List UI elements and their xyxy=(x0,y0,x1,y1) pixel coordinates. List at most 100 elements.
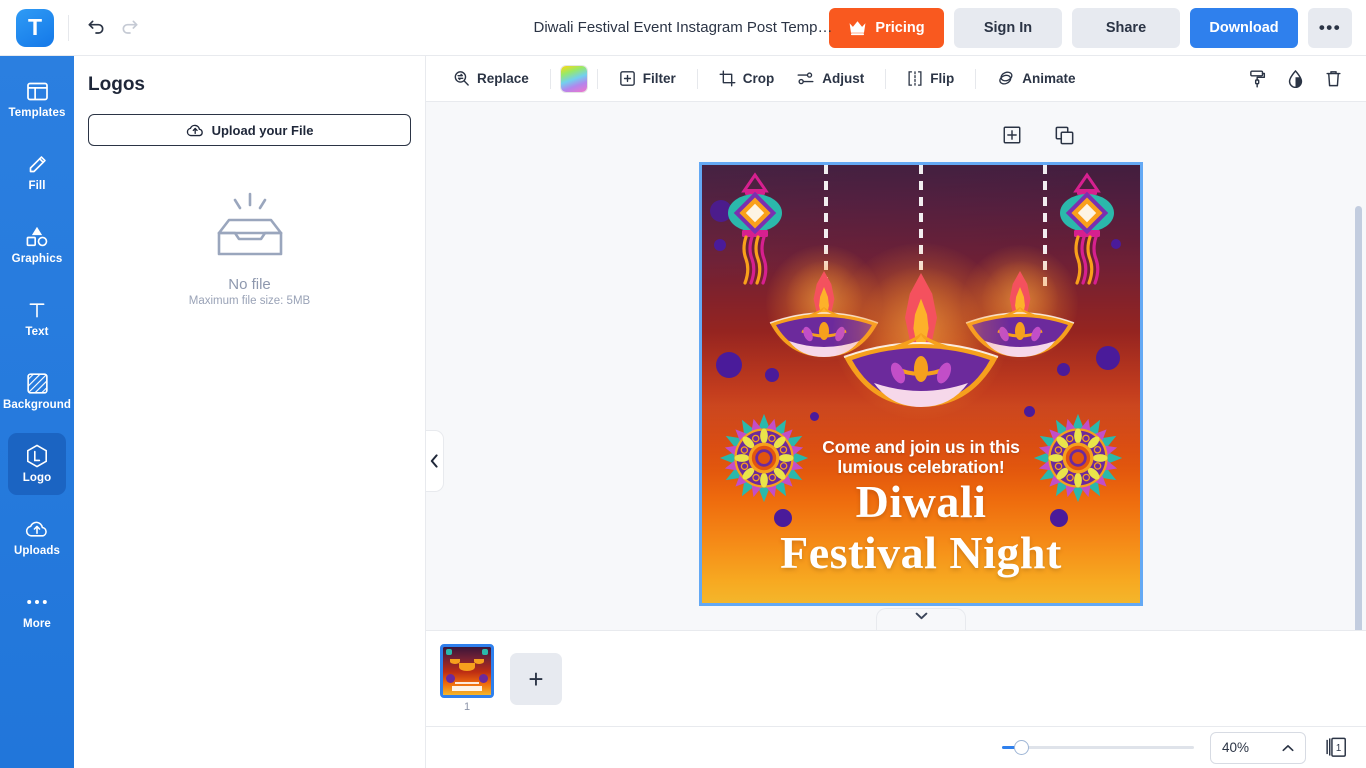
flip-label: Flip xyxy=(930,71,955,86)
upload-your-file-button[interactable]: Upload your File xyxy=(88,114,411,146)
pricing-button[interactable]: Pricing xyxy=(829,7,944,48)
canvas-expand-button[interactable] xyxy=(876,608,966,630)
document-title[interactable]: Diwali Festival Event Instagram Post Tem… xyxy=(534,19,833,36)
diya-bowl-icon xyxy=(843,333,999,407)
redo-icon xyxy=(122,20,138,34)
image-toolbar: Replace Filter Crop Adjust Flip Animate xyxy=(426,56,1366,102)
more-options-button[interactable]: ••• xyxy=(1308,7,1352,48)
page-number: 1 xyxy=(463,701,471,713)
decor-dot xyxy=(810,412,819,421)
sidebar-item-label: More xyxy=(23,618,51,630)
replace-label: Replace xyxy=(477,71,529,86)
page-thumbnail-preview xyxy=(443,647,491,695)
replace-icon xyxy=(454,71,469,86)
templates-icon xyxy=(26,79,48,103)
sidebar-item-label: Graphics xyxy=(11,253,63,265)
sidebar-item-text[interactable]: Text xyxy=(8,287,66,349)
sidebar-item-more[interactable]: More xyxy=(8,579,66,641)
signin-label: Sign In xyxy=(983,19,1033,36)
canvas-area[interactable]: Come and join us in this lumious celebra… xyxy=(426,102,1366,630)
sidebar-item-label: Fill xyxy=(28,180,46,192)
crop-icon xyxy=(719,70,736,87)
app-logo[interactable]: T xyxy=(16,8,54,47)
undo-button[interactable] xyxy=(79,11,113,45)
decor-dot xyxy=(765,368,779,382)
share-label: Share xyxy=(1105,19,1147,36)
trash-icon xyxy=(1325,71,1341,87)
chevron-left-icon xyxy=(430,454,438,468)
zoom-slider-track xyxy=(1002,746,1194,749)
share-button[interactable]: Share xyxy=(1072,7,1180,48)
zoom-slider[interactable] xyxy=(1002,740,1194,756)
redo-button[interactable] xyxy=(113,11,147,45)
toolbar-divider xyxy=(975,68,977,89)
signin-button[interactable]: Sign In xyxy=(954,7,1062,48)
duplicate-button[interactable] xyxy=(1053,124,1075,146)
flip-button[interactable]: Flip xyxy=(896,63,965,95)
adjust-button[interactable]: Adjust xyxy=(785,63,875,95)
artboard-wrapper: Come and join us in this lumious celebra… xyxy=(699,162,1143,606)
panel-collapse-button[interactable] xyxy=(426,430,444,492)
artwork-text-block[interactable]: Come and join us in this lumious celebra… xyxy=(702,437,1140,579)
filter-label: Filter xyxy=(642,71,676,86)
sidebar-item-background[interactable]: Background xyxy=(3,360,71,422)
pages-count-value: 1 xyxy=(1336,742,1341,753)
sidebar-item-graphics[interactable]: Graphics xyxy=(8,214,66,276)
gradient-color-swatch[interactable] xyxy=(560,65,587,92)
filter-icon xyxy=(619,71,635,86)
bg-hatch xyxy=(26,372,48,394)
add-page-button[interactable]: + xyxy=(510,652,562,705)
adjust-sliders-icon xyxy=(797,72,814,85)
sidebar-item-label: Templates xyxy=(8,107,66,119)
toolbar-divider xyxy=(596,68,598,89)
diya-lamp-main xyxy=(830,241,1012,423)
artwork-subtitle-line1: Come and join us in this xyxy=(822,437,1020,457)
sidebar-item-uploads[interactable]: Uploads xyxy=(8,506,66,568)
sidebar-item-logo[interactable]: Logo xyxy=(8,433,66,495)
replace-button[interactable]: Replace xyxy=(442,63,540,95)
sidebar-item-templates[interactable]: Templates xyxy=(8,68,66,130)
add-frame-button[interactable] xyxy=(1001,124,1023,146)
logos-panel: Logos Upload your File No file Maximum f… xyxy=(74,56,426,768)
artboard[interactable]: Come and join us in this lumious celebra… xyxy=(699,162,1143,606)
animate-icon xyxy=(999,71,1013,85)
toolbar-right-actions xyxy=(1240,62,1350,96)
page-thumbnail[interactable] xyxy=(440,644,494,698)
artwork-subtitle-line2: lumious celebration! xyxy=(837,457,1005,477)
undo-icon xyxy=(88,20,104,34)
toolbar-divider xyxy=(885,68,887,89)
adjust-label: Adjust xyxy=(822,71,865,86)
canvas-vertical-scrollbar[interactable] xyxy=(1355,206,1362,630)
opacity-button[interactable] xyxy=(1278,62,1312,96)
chevron-down-icon xyxy=(915,612,927,620)
upload-cloud-icon xyxy=(186,124,203,136)
animate-label: Animate xyxy=(1022,71,1076,86)
crop-button[interactable]: Crop xyxy=(708,63,786,95)
zoom-slider-knob[interactable] xyxy=(1014,740,1029,755)
top-actions: Pricing Sign In Share Download ••• xyxy=(829,7,1352,48)
crop-label: Crop xyxy=(742,71,775,86)
upload-cloud-icon xyxy=(25,517,49,541)
delete-button[interactable] xyxy=(1316,62,1350,96)
pages-stack-icon: 1 xyxy=(1326,737,1346,757)
filter-button[interactable]: Filter xyxy=(608,63,687,95)
app-logo-letter: T xyxy=(27,14,43,40)
page-thumbnail-item: 1 xyxy=(440,644,494,713)
zoom-level-select[interactable]: 40% xyxy=(1210,731,1306,764)
pages-count-button[interactable]: 1 xyxy=(1322,734,1350,762)
sidebar-item-label: Text xyxy=(25,326,49,338)
artwork-title-line1: Diwali xyxy=(855,476,987,527)
chevron-up-icon xyxy=(1282,744,1294,751)
duplicate-icon xyxy=(1055,126,1073,144)
top-bar: T Diwali Festival Event Instagram Post T… xyxy=(0,0,1366,56)
logo-hex-icon xyxy=(26,444,48,468)
pencil-icon xyxy=(27,152,48,176)
toolbar-divider xyxy=(696,68,698,89)
paint-roller-button[interactable] xyxy=(1240,62,1274,96)
empty-tray-icon xyxy=(217,192,282,256)
download-button[interactable]: Download xyxy=(1190,7,1298,48)
sidebar-item-fill[interactable]: Fill xyxy=(8,141,66,203)
left-nav-rail: Templates Fill Graphics Text Background … xyxy=(0,56,74,768)
animate-button[interactable]: Animate xyxy=(986,63,1086,95)
zoom-level-value: 40% xyxy=(1222,740,1250,755)
